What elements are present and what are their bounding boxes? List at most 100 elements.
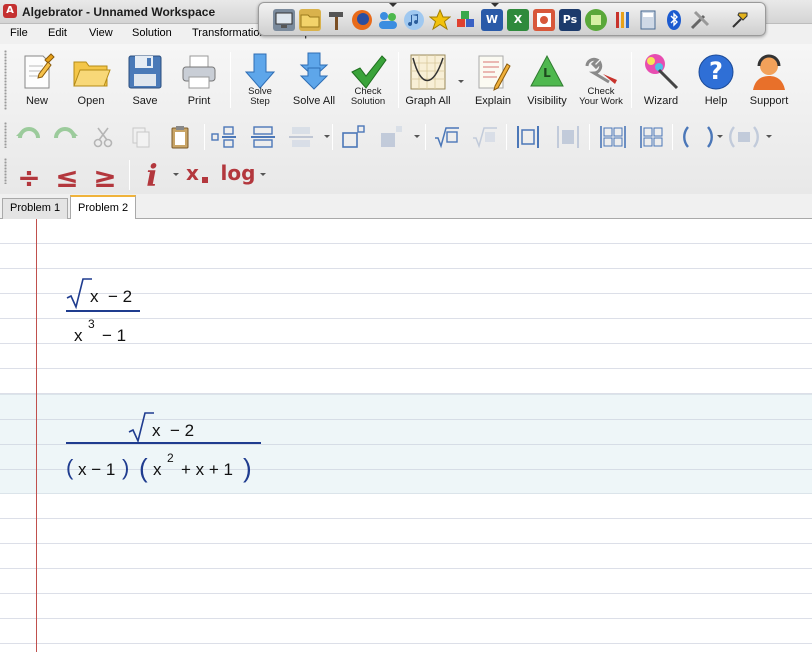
undo-button[interactable] <box>16 124 42 150</box>
log-button[interactable]: log <box>218 161 258 189</box>
toolbar-separator <box>672 124 673 150</box>
users-icon[interactable] <box>377 9 399 31</box>
tab-problem-2[interactable]: Problem 2 <box>70 195 137 219</box>
printer-icon <box>182 55 216 89</box>
cubes-icon[interactable] <box>455 9 477 31</box>
check-your-work-label: Check Your Work <box>579 86 623 107</box>
menu-edit[interactable]: Edit <box>48 27 67 39</box>
menu-transformation[interactable]: Transformation <box>192 27 266 39</box>
graph-dropdown-caret-icon[interactable] <box>458 80 464 83</box>
calculator-icon[interactable] <box>637 9 659 31</box>
subscript-x-glyph: x <box>186 161 199 185</box>
copy-button[interactable] <box>128 124 154 150</box>
abs-value-button[interactable] <box>515 124 541 150</box>
help-glyph: ? <box>709 57 723 85</box>
expr2-factor2-exponent: 2 <box>167 451 174 465</box>
parentheses-button[interactable] <box>680 124 716 150</box>
excel-icon[interactable]: X <box>507 9 529 31</box>
wand-icon <box>645 54 679 90</box>
toolbar-grip[interactable] <box>4 122 7 148</box>
menu-file[interactable]: File <box>10 27 28 39</box>
radical-sign-icon <box>128 412 154 444</box>
expr2-factor2-close-paren: ) <box>243 453 252 483</box>
toolbar-grip[interactable] <box>4 158 7 184</box>
expr1-den-base: x <box>74 326 83 345</box>
photoshop-icon[interactable]: Ps <box>559 9 581 31</box>
brushes-icon[interactable] <box>611 9 633 31</box>
menu-solution[interactable]: Solution <box>132 27 172 39</box>
less-equal-button[interactable]: ≤ <box>52 161 82 194</box>
check-solution-button[interactable]: Check Solution <box>340 50 396 112</box>
graph-all-button[interactable]: Graph All <box>400 50 456 112</box>
star-icon[interactable] <box>428 8 452 31</box>
matrix-alt-button[interactable] <box>638 124 664 150</box>
folder-icon[interactable] <box>299 9 321 31</box>
expr2-factor2-base: x <box>153 460 162 479</box>
square-root-grey-button[interactable] <box>472 124 498 150</box>
open-folder-icon <box>73 61 111 87</box>
fraction-dropdown-caret-icon[interactable] <box>324 135 330 138</box>
floppy-disk-icon <box>128 55 162 89</box>
expr1-den-exponent: 3 <box>88 317 95 331</box>
notepad-pencil-icon <box>478 55 511 91</box>
dropdown-caret-icon[interactable] <box>389 3 397 7</box>
expr2-fraction-bar <box>66 442 261 444</box>
print-button[interactable]: Print <box>171 50 227 112</box>
menu-view[interactable]: View <box>89 27 113 39</box>
abs-value-grey-button[interactable] <box>555 124 581 150</box>
matrix-alt-template-icon <box>640 126 663 148</box>
print-label: Print <box>187 95 211 107</box>
itunes-icon[interactable] <box>403 9 425 31</box>
notebook-workspace[interactable]: x − 2 x 3 − 1 x − 2 ( x − 1 ) ( x 2 + x … <box>0 219 812 652</box>
tab-problem-1[interactable]: Problem 1 <box>2 198 69 219</box>
visibility-glyph: L <box>543 66 551 80</box>
redo-button[interactable] <box>52 124 78 150</box>
superscript-dropdown-caret-icon[interactable] <box>414 135 420 138</box>
hammer-icon[interactable] <box>325 9 347 31</box>
fraction-stacked-icon <box>251 126 275 148</box>
redo-arrow-icon <box>54 127 78 139</box>
expr2-numerator-rest: − 2 <box>170 421 195 440</box>
superscript-button[interactable] <box>340 124 366 150</box>
divide-button[interactable]: ÷ <box>14 161 44 194</box>
fraction-left-button[interactable] <box>211 124 237 150</box>
app-icon[interactable]: A <box>3 4 17 18</box>
bluetooth-icon[interactable] <box>663 9 685 31</box>
word-icon[interactable]: W <box>481 9 503 31</box>
cut-button[interactable] <box>90 124 116 150</box>
toolbar-separator <box>332 124 333 150</box>
subscript-button[interactable]: x <box>186 161 212 189</box>
matrix-button[interactable] <box>598 124 626 150</box>
wizard-button[interactable]: Wizard <box>633 50 689 112</box>
absolute-value-disabled-icon <box>557 126 579 148</box>
expression-2[interactable]: x − 2 ( x − 1 ) ( x 2 + x + 1 ) <box>62 409 272 491</box>
dropdown-caret-icon[interactable] <box>491 3 499 7</box>
toolbar-separator <box>204 124 205 150</box>
log-dropdown-caret-icon[interactable] <box>260 173 266 176</box>
superscript-template-icon <box>342 125 365 148</box>
expr1-den-rest: − 1 <box>102 326 127 345</box>
fraction-grey-button[interactable] <box>288 124 314 150</box>
superscript-grey-button[interactable] <box>378 124 404 150</box>
support-button[interactable]: Support <box>741 50 797 112</box>
expr2-factor2-open-paren: ( <box>139 453 148 483</box>
greater-equal-button[interactable]: ≥ <box>90 161 120 194</box>
parentheses-grey-button[interactable] <box>727 124 761 150</box>
expression-1[interactable]: x − 2 x 3 − 1 <box>62 277 152 347</box>
firefox-icon[interactable] <box>351 9 373 31</box>
chip-icon[interactable] <box>585 9 607 31</box>
imaginary-dropdown-caret-icon[interactable] <box>173 173 179 176</box>
powerpoint-icon[interactable] <box>533 9 555 31</box>
fraction-button[interactable] <box>250 124 276 150</box>
pin-icon[interactable] <box>729 9 751 31</box>
monitor-icon[interactable] <box>273 9 295 31</box>
parentheses-dropdown-caret-icon[interactable] <box>717 135 723 138</box>
check-your-work-button[interactable]: Check Your Work <box>573 50 629 112</box>
headset-person-icon <box>753 54 785 90</box>
square-root-button[interactable] <box>434 124 460 150</box>
imaginary-unit-button[interactable]: i <box>139 159 165 194</box>
paste-button[interactable] <box>167 124 193 150</box>
parentheses-grey-dropdown-caret-icon[interactable] <box>766 135 772 138</box>
fraction-template-icon <box>211 126 236 148</box>
tools-icon[interactable] <box>689 9 711 31</box>
